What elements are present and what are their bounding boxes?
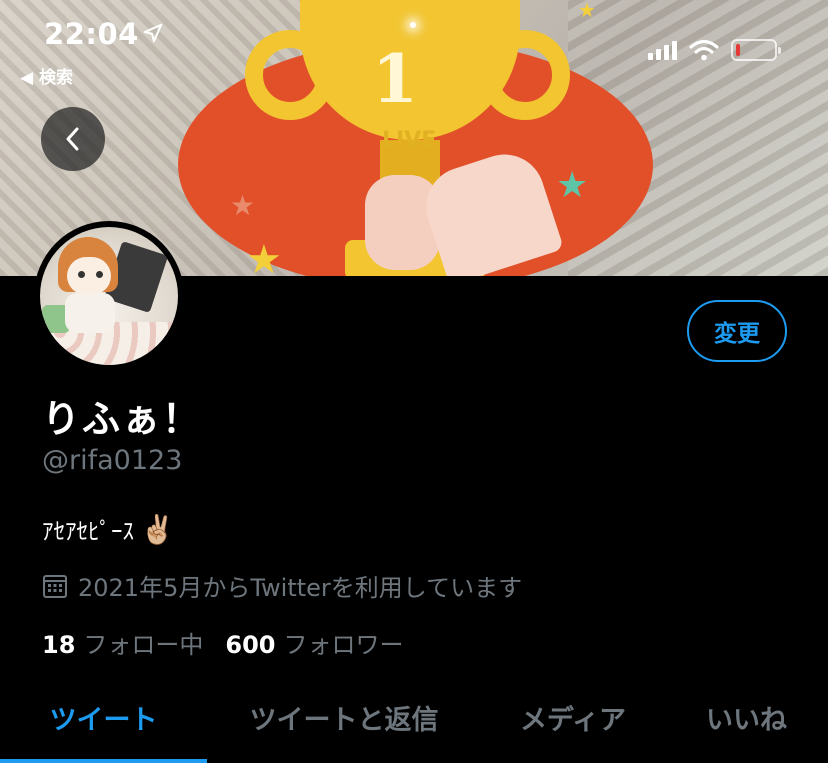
followers-label: フォロワー [283,631,404,659]
status-time: 22:04 [44,17,139,51]
tab-likes[interactable]: いいね [665,690,828,763]
tab-tweets[interactable]: ツイート [0,690,207,763]
following-count: 18 [42,631,76,659]
star-icon: ★ [246,237,282,276]
followers-count: 600 [225,631,276,659]
display-name: りふぁ！ [42,397,203,441]
sparkle-icon [410,22,416,28]
location-arrow-icon [143,23,163,43]
following-link[interactable]: 18 フォロー中 [42,625,203,660]
following-label: フォロー中 [83,631,204,659]
username-handle: @rifa0123 [42,445,183,476]
calendar-icon [43,574,67,598]
tab-tweets-and-replies[interactable]: ツイートと返信 [207,690,481,763]
avatar-image [40,227,178,365]
cellular-signal-icon [648,40,677,60]
star-icon: ★ [556,165,589,206]
trophy-number: 1 [372,40,418,118]
back-button[interactable] [41,107,105,171]
star-icon: ★ [230,189,256,222]
follow-stats: 18 フォロー中 600 フォロワー [42,625,404,660]
joined-date: 2021年5月からTwitterを利用しています [42,568,522,603]
victory-hand-emoji: ✌🏼 [140,512,175,546]
edit-profile-button[interactable]: 変更 [687,300,787,362]
chevron-left-icon [66,127,79,151]
bio-text: ｱｾｱｾﾋﾟｰｽ [42,519,134,545]
profile-tabs: ツイート ツイートと返信 メディア いいね [0,690,828,763]
star-icon: ★ [578,0,596,22]
status-indicators [648,38,781,62]
followers-link[interactable]: 600 フォロワー [225,625,403,660]
battery-icon [731,39,781,61]
back-to-app-link[interactable]: ◀ 検索 [20,63,73,88]
avatar[interactable] [34,221,184,371]
wifi-icon [689,39,719,61]
profile-bio: ｱｾｱｾﾋﾟｰｽ ✌🏼 [42,512,175,546]
joined-text: 2021年5月からTwitterを利用しています [78,574,523,602]
tab-media[interactable]: メディア [481,690,665,763]
trophy-label: LIVE [382,128,437,153]
